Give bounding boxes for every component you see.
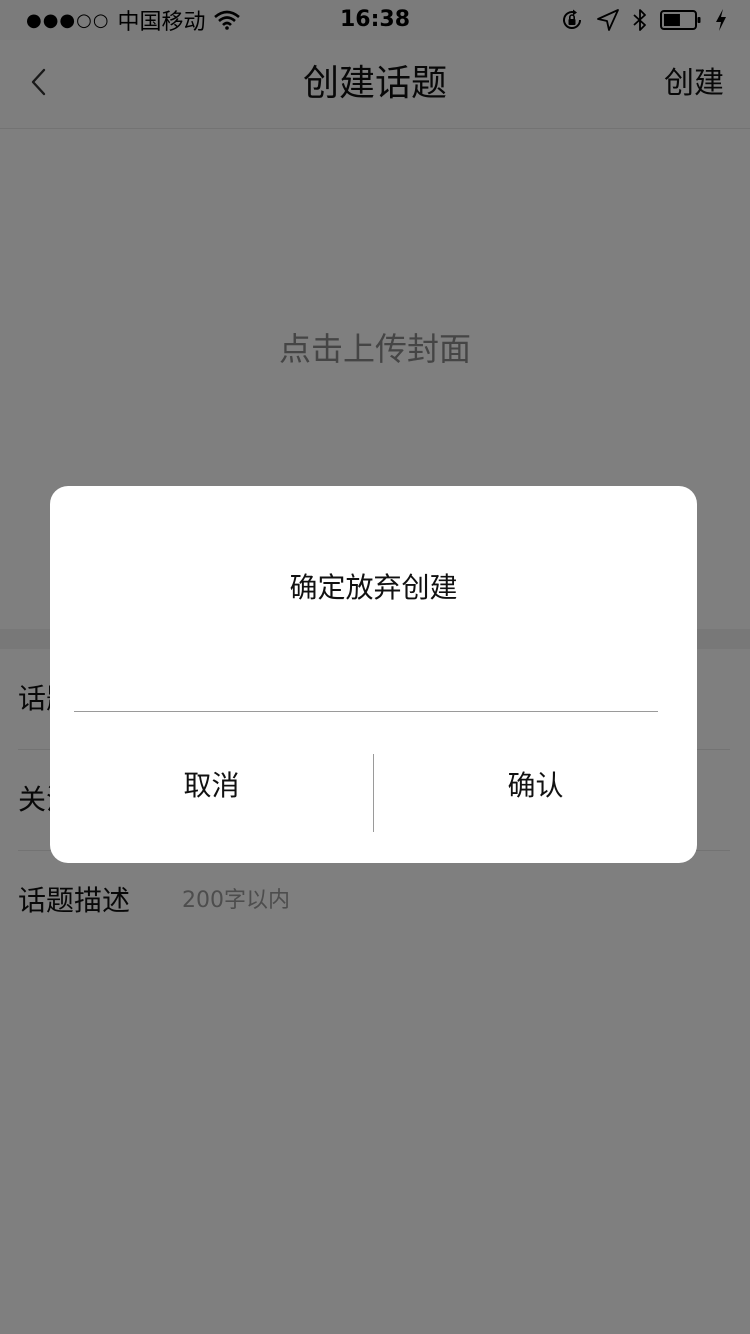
dialog-buttons: 取消 确认 [50, 712, 697, 863]
confirm-button[interactable]: 确认 [374, 712, 697, 860]
dialog-message: 确定放弃创建 [289, 571, 458, 604]
cancel-button[interactable]: 取消 [50, 712, 373, 860]
confirm-dialog: 确定放弃创建 取消 确认 [50, 486, 697, 863]
